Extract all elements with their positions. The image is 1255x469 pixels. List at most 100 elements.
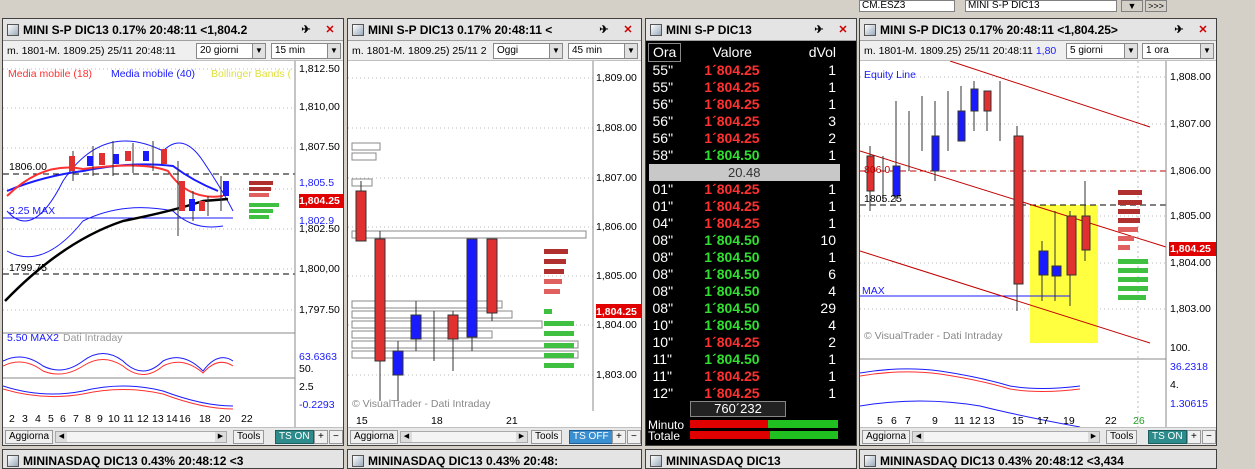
pin-icon[interactable]: ✈ (299, 23, 313, 37)
zoom-out-button[interactable]: − (627, 430, 641, 444)
trade-row: 11" 1´804.25 1 (652, 368, 837, 384)
y-tick: 1,808.00 (1170, 71, 1211, 83)
scroll-left-icon[interactable]: ◀ (401, 432, 412, 442)
table-header: Ora Valore dVol (647, 43, 841, 62)
y-tick: 1,804.00 (596, 319, 637, 331)
y-tick: 1,809.00 (596, 72, 637, 84)
window-title: MININASDAQ DIC13 0.43% 20:48:12 <3 (23, 454, 244, 468)
trade-row: 08" 1´804.50 10 (652, 232, 837, 248)
chart-window-15min: MINI S-P DIC13 0.17% 20:48:11 <1,804.2 ✈… (2, 18, 344, 446)
window-titlebar[interactable]: MINI S-P DIC13 ✈ ✕ (646, 19, 856, 41)
y-tick: 1,804.00 (1170, 257, 1211, 269)
interval-select[interactable]: 1 ora ▼ (1142, 43, 1214, 59)
trades-table: Ora Valore dVol 55" 1´804.25 1 55" 1´804.25 1… (647, 43, 841, 402)
tools-button[interactable]: Tools (233, 430, 265, 444)
close-icon[interactable]: ✕ (621, 23, 635, 37)
horizontal-scrollbar[interactable]: ◀ ▶ (55, 431, 227, 443)
ts-toggle[interactable]: TS ON (275, 430, 314, 444)
pin-icon[interactable]: ✈ (1172, 23, 1186, 37)
scroll-right-icon[interactable]: ▶ (516, 432, 527, 442)
zoom-out-button[interactable]: − (329, 430, 343, 444)
legend-bollinger: Bollinger Bands ( (211, 68, 291, 80)
symbol-toolbar: CM.ESZ3 MINI S-P DIC13 ▼ >>> (855, 0, 1255, 18)
info-bar: m. 1801-M. 1809.25) 25/11 2 Oggi ▼ 45 min… (348, 41, 641, 61)
level-label: 806.0 (864, 164, 891, 176)
zoom-in-button[interactable]: + (612, 430, 626, 444)
osc-value: 36.2318 (1170, 361, 1208, 373)
aggiorna-button[interactable]: Aggiorna (5, 430, 54, 444)
price-chart[interactable] (860, 61, 1217, 427)
app-logo-icon (864, 455, 876, 467)
interval-select[interactable]: 15 min ▼ (271, 43, 341, 59)
scroll-left-icon[interactable]: ◀ (913, 432, 924, 442)
scroll-left-icon[interactable]: ◀ (56, 432, 67, 442)
zoom-out-button[interactable]: − (1202, 430, 1216, 444)
total-bar: Totale (648, 429, 840, 443)
price-chart[interactable] (3, 61, 344, 427)
watermark: © VisualTrader - Dati Intraday (864, 330, 1003, 342)
scroll-right-icon[interactable]: ▶ (215, 432, 226, 442)
osc-tick: 2.5 (299, 381, 314, 393)
window-title: MINI S-P DIC13 0.17% 20:48:11 < (368, 23, 553, 37)
interval-select[interactable]: 45 min ▼ (568, 43, 638, 59)
window-titlebar[interactable]: MINI S-P DIC13 0.17% 20:48:11 <1,804.25>… (860, 19, 1216, 41)
y-tick: 1,805.00 (596, 270, 637, 282)
x-axis: 2 3 4 5 6 7 8 9 10 11 12 13 14 16 18 20 22 (9, 413, 253, 425)
window-titlebar[interactable]: MINI S-P DIC13 0.17% 20:48:11 < ✈ ✕ (348, 19, 641, 41)
chevron-down-icon: ▼ (624, 44, 637, 58)
window-bottombar: Aggiorna ◀ ▶ Tools TS OFF + − (348, 427, 641, 445)
aggiorna-button[interactable]: Aggiorna (350, 430, 399, 444)
period-select[interactable]: 5 giorni ▼ (1066, 43, 1138, 59)
app-logo-icon (7, 24, 19, 36)
forward-button[interactable]: >>> (1145, 0, 1167, 12)
pin-icon[interactable]: ✈ (597, 23, 611, 37)
chart-window-1hour: MINI S-P DIC13 0.17% 20:48:11 <1,804.25>… (859, 18, 1217, 446)
app-logo-icon (650, 24, 662, 36)
trade-row: 58" 1´804.50 1 (652, 147, 837, 163)
chart-window-45min: MINI S-P DIC13 0.17% 20:48:11 < ✈ ✕ m. 1… (347, 18, 642, 446)
symbol-dropdown-button[interactable]: ▼ (1121, 0, 1143, 12)
nasdaq-window-2: MININASDAQ DIC13 0.43% 20:48: (347, 449, 642, 469)
ts-toggle[interactable]: TS ON (1148, 430, 1187, 444)
window-bottombar: Aggiorna ◀ ▶ Tools TS ON + − (3, 427, 343, 445)
app-logo-icon (864, 24, 876, 36)
chevron-down-icon: ▼ (1124, 44, 1137, 58)
close-icon[interactable]: ✕ (323, 23, 337, 37)
watermark: © VisualTrader - Dati Intraday (352, 398, 491, 410)
price-label: 1,804.25 (1170, 243, 1211, 255)
zoom-in-button[interactable]: + (1187, 430, 1201, 444)
price-label: 1,804.25 (299, 195, 340, 207)
osc-tick: 50. (299, 363, 314, 375)
app-logo-icon (7, 455, 19, 467)
trade-row: 56" 1´804.25 2 (652, 130, 837, 146)
aggiorna-button[interactable]: Aggiorna (862, 430, 911, 444)
y-tick: 1,803.00 (1170, 303, 1211, 315)
legend-ma40: Media mobile (40) (111, 68, 196, 80)
level-label: MAX (862, 285, 885, 297)
y-tick: 1,802.50 (299, 223, 340, 235)
zoom-in-button[interactable]: + (314, 430, 328, 444)
horizontal-scrollbar[interactable]: ◀ ▶ (400, 431, 528, 443)
close-icon[interactable]: ✕ (1196, 23, 1210, 37)
trade-row: 56" 1´804.25 3 (652, 113, 837, 129)
period-select[interactable]: 20 giorni ▼ (196, 43, 266, 59)
y-tick: 1,807.00 (596, 172, 637, 184)
scroll-right-icon[interactable]: ▶ (1088, 432, 1099, 442)
range-info: m. 1801-M. 1809.25) 25/11 2 (352, 45, 487, 57)
range-info: m. 1801-M. 1809.25) 25/11 20:48:11 (7, 45, 176, 57)
range-info-2: 1,80 (1035, 45, 1057, 57)
horizontal-scrollbar[interactable]: ◀ ▶ (912, 431, 1100, 443)
tools-button[interactable]: Tools (531, 430, 563, 444)
window-titlebar[interactable]: MINI S-P DIC13 0.17% 20:48:11 <1,804.2 ✈… (3, 19, 343, 41)
period-select[interactable]: Oggi ▼ (493, 43, 563, 59)
y-tick: 1,807.50 (299, 141, 340, 153)
close-icon[interactable]: ✕ (836, 23, 850, 37)
legend-equity-line: Equity Line (864, 69, 916, 81)
ts-toggle[interactable]: TS OFF (569, 430, 613, 444)
osc-tick: 4. (1170, 379, 1179, 391)
symbol-code-field[interactable]: CM.ESZ3 (859, 0, 955, 12)
info-bar: m. 1801-M. 1809.25) 25/11 20:48:11 1,80 … (860, 41, 1216, 61)
symbol-name-field[interactable]: MINI S-P DIC13 (965, 0, 1117, 12)
tools-button[interactable]: Tools (1106, 430, 1138, 444)
pin-icon[interactable]: ✈ (812, 23, 826, 37)
